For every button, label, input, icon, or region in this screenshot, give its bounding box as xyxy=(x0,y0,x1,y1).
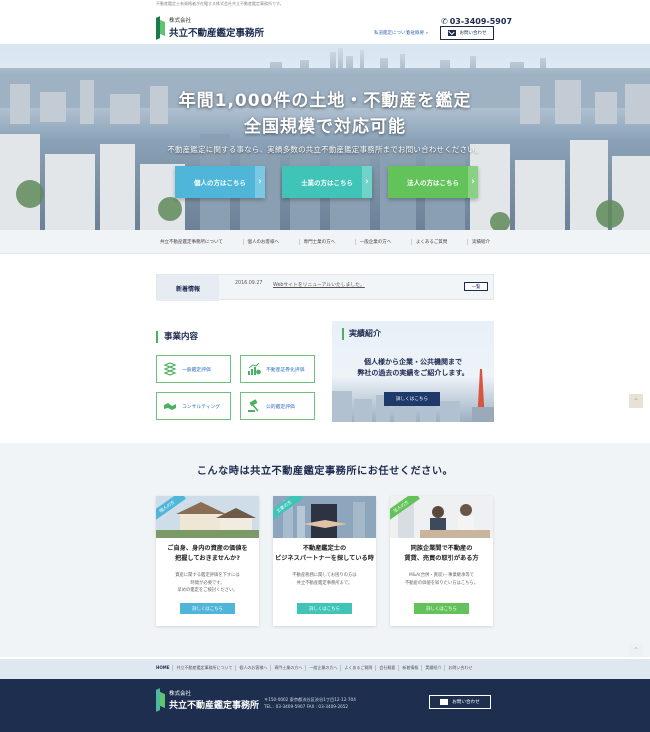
nav-item-individual[interactable]: 個人のお客様へ xyxy=(242,239,284,245)
results-text-line1: 個人様から企業・公共機関まで xyxy=(364,358,462,366)
hero-individual-button[interactable]: 個人の方はこちら xyxy=(175,166,265,198)
footer-nav-news[interactable]: 新着情報 xyxy=(398,665,421,671)
header-contact-label: お問い合わせ xyxy=(459,31,487,36)
news-heading: 新着情報 xyxy=(157,275,219,301)
footer-address-block: 〒150-0002 東京都渋谷区渋谷1丁目12-12-704 TEL : 03-… xyxy=(264,696,356,710)
footer-nav-about[interactable]: 共立不動産鑑定事務所について xyxy=(172,665,235,671)
results-panel: 実績紹介 個人様から企業・公共機関まで 弊社の過去の実績をご紹介します。 詳しく… xyxy=(332,321,494,422)
logo-company-name: 共立不動産鑑定事務所 xyxy=(169,28,265,39)
nav-item-faq[interactable]: よくあるご質問 xyxy=(410,239,452,245)
footer-contact-label: お問い合わせ xyxy=(452,700,480,705)
card-heading-line1: 同族企業間で不動産の xyxy=(410,545,473,552)
header-tagline: 不動産鑑定士有資格者が在籍する株式会社共立不動産鑑定事務所です。 xyxy=(156,1,284,6)
mail-icon xyxy=(447,30,456,36)
hero-subtitle: 不動産鑑定に関する事なら、実績多数の共立不動産鑑定事務所までお問い合わせください… xyxy=(167,145,483,154)
service-public-appraisal[interactable]: 公的鑑定評価 xyxy=(240,392,315,420)
card-text-line2: 共立不動産鑑定事務所まで。 xyxy=(296,580,353,586)
recommend-title: こんな時は共立不動産鑑定事務所にお任せください。 xyxy=(196,466,454,477)
card-heading-line2: 把握しておきませんか? xyxy=(175,555,240,562)
card-text: 資産に関する鑑定評価を下すには 時間が必要です。 早めの鑑定をご検討ください。 xyxy=(160,572,255,595)
logo-company-prefix: 株式会社 xyxy=(169,18,192,24)
footer-address: 〒150-0002 東京都渋谷区渋谷1丁目12-12-704 xyxy=(264,697,356,702)
card-text-line2: 不動産の価値を知りたい方はこちら。 xyxy=(404,580,479,586)
card-individual: 個人の方 ご自身、身内の資産の価値を 把握しておきませんか? 資産に関する鑑定評… xyxy=(156,496,259,626)
service-label: 不動産証券化評価 xyxy=(266,367,305,373)
scroll-top-icon[interactable]: ^ xyxy=(629,394,643,408)
service-label: コンサルティング xyxy=(182,404,221,410)
chart-icon xyxy=(248,362,261,375)
news-date: 2016.09.27 xyxy=(235,281,263,286)
card-text-line1: M&A(合併・買収)・事業継承等で xyxy=(409,573,474,578)
service-label: 一般鑑定評価 xyxy=(182,367,211,373)
hero-title-line2: 全国規模で対応可能 xyxy=(244,117,406,137)
footer-nav-corporate[interactable]: 一般企業の方へ xyxy=(305,665,340,671)
hero-title-line1: 年間1,000件の土地・不動産を鑑定 xyxy=(178,91,472,111)
gavel-icon xyxy=(248,399,259,412)
header-contact-button[interactable]: お問い合わせ xyxy=(440,26,494,40)
footer-nav-home[interactable]: HOME xyxy=(156,665,172,671)
nav-item-corporate[interactable]: 一般企業の方へ xyxy=(354,239,396,245)
card-text-line1: 不動産税務に関してお困りの方は xyxy=(292,573,357,578)
results-text: 個人様から企業・公共機関まで 弊社の過去の実績をご紹介します。 xyxy=(332,357,494,379)
footer-nav-contact[interactable]: お問い合わせ xyxy=(444,665,475,671)
service-label: 公的鑑定評価 xyxy=(266,404,295,410)
results-detail-button[interactable]: 詳しくはこちら xyxy=(384,392,440,406)
site-logo[interactable]: 株式会社 共立不動産鑑定事務所 xyxy=(156,15,265,40)
card-heading-line2: ビジネスパートナーを探している時 xyxy=(275,555,374,562)
logo-mark-icon xyxy=(156,15,165,40)
card-professional: 士業の方 不動産鑑定士の ビジネスパートナーを探している時 不動産税務に関してお… xyxy=(273,496,376,626)
header-link-company[interactable]: 会社概要 xyxy=(406,30,428,36)
services-heading: 事業内容 xyxy=(156,331,198,343)
news-item-link[interactable]: Webサイトをリニューアルいたしました。 xyxy=(273,281,365,288)
footer-nav-individual[interactable]: 個人のお客様へ xyxy=(235,665,270,671)
service-general-appraisal[interactable]: 一般鑑定評価 xyxy=(156,355,231,383)
card-detail-button[interactable]: 詳しくはこちら xyxy=(180,603,235,614)
nav-item-results[interactable]: 実績紹介 xyxy=(467,239,494,245)
footer-logo-prefix: 株式会社 xyxy=(169,691,192,697)
footer-nav-company[interactable]: 会社概要 xyxy=(375,665,398,671)
phone-number: 03-3409-5907 xyxy=(449,17,513,26)
nav-item-about[interactable]: 共立不動産鑑定事務所について xyxy=(156,239,227,245)
logo-mark-icon xyxy=(156,688,165,712)
card-text: M&A(合併・買収)・事業継承等で 不動産の価値を知りたい方はこちら。 xyxy=(394,572,489,587)
card-heading: 不動産鑑定士の ビジネスパートナーを探している時 xyxy=(273,544,376,564)
card-heading-line2: 賃貸、売買の取引がある方 xyxy=(404,555,479,562)
card-heading-line1: 不動産鑑定士の xyxy=(302,545,347,552)
card-text-line3: 早めの鑑定をご検討ください。 xyxy=(177,588,238,593)
card-heading-line1: ご自身、身内の資産の価値を xyxy=(167,545,248,552)
results-heading: 実績紹介 xyxy=(342,328,381,340)
results-text-line2: 弊社の過去の実績をご紹介します。 xyxy=(357,369,469,377)
footer-contact-button[interactable]: お問い合わせ xyxy=(429,695,491,709)
card-corporate: 法人の方 同族企業間で不動産の 賃貸、売買の取引がある方 M&A(合併・買収)・… xyxy=(390,496,493,626)
hero-professional-button[interactable]: 士業の方はこちら xyxy=(282,166,372,198)
service-consulting[interactable]: コンサルティング xyxy=(156,392,231,420)
card-detail-button[interactable]: 詳しくはこちら xyxy=(414,603,469,614)
hero-corporate-button[interactable]: 法人の方はこちら xyxy=(388,166,478,198)
card-text: 不動産税務に関してお困りの方は 共立不動産鑑定事務所まで。 xyxy=(277,572,372,587)
footer-nav-faq[interactable]: よくあるご質問 xyxy=(340,665,375,671)
footer-nav-professional[interactable]: 専門士業の方へ xyxy=(270,665,305,671)
service-securitization[interactable]: 不動産証券化評価 xyxy=(240,355,315,383)
card-heading: ご自身、身内の資産の価値を 把握しておきませんか? xyxy=(156,544,259,564)
footer-logo-name: 共立不動産鑑定事務所 xyxy=(169,701,260,711)
news-bar: 新着情報 2016.09.27 Webサイトをリニューアルいたしました。 一覧 xyxy=(156,274,494,301)
global-nav: 共立不動産鑑定事務所について 個人のお客様へ 専門士業の方へ 一般企業の方へ よ… xyxy=(0,230,650,254)
footer-logo[interactable]: 株式会社 共立不動産鑑定事務所 xyxy=(156,688,260,712)
scroll-top-icon[interactable]: ^ xyxy=(629,643,643,657)
mail-icon xyxy=(440,699,449,705)
news-list-button[interactable]: 一覧 xyxy=(464,282,488,291)
footer-nav: HOME 共立不動産鑑定事務所について 個人のお客様へ 専門士業の方へ 一般企業… xyxy=(0,659,650,679)
hero-title: 年間1,000件の土地・不動産を鑑定 全国規模で対応可能 xyxy=(0,88,650,140)
card-text-line1: 資産に関する鑑定評価を下すには xyxy=(175,573,240,578)
nav-item-professional[interactable]: 専門士業の方へ xyxy=(298,239,340,245)
footer-nav-results[interactable]: 実績紹介 xyxy=(421,665,444,671)
phone-icon: ✆ xyxy=(441,17,448,26)
puzzle-icon xyxy=(163,362,177,376)
card-detail-button[interactable]: 詳しくはこちら xyxy=(297,603,352,614)
handshake-icon xyxy=(164,403,176,410)
header-phone[interactable]: ✆ 03-3409-5907 xyxy=(441,17,512,26)
footer-tel: TEL : 03-3409-5907 FAX : 03-3409-2652 xyxy=(264,704,349,709)
card-text-line2: 時間が必要です。 xyxy=(190,580,225,586)
card-heading: 同族企業間で不動産の 賃貸、売買の取引がある方 xyxy=(390,544,493,564)
